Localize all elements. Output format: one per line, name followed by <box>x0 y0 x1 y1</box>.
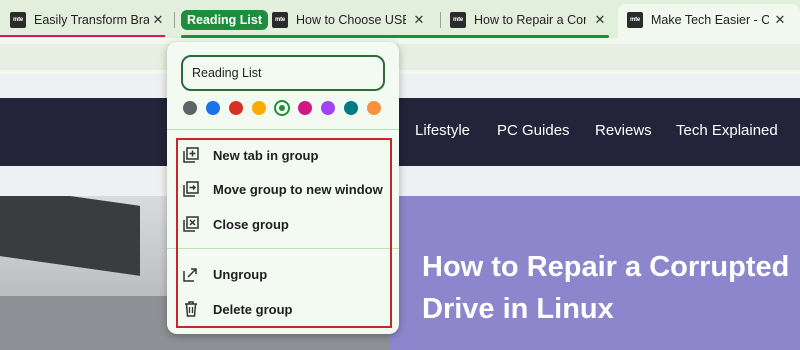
group-name-input[interactable] <box>181 55 385 91</box>
tab-title: Make Tech Easier - Co <box>651 13 769 27</box>
color-swatch-purple[interactable] <box>321 101 335 115</box>
popup-divider <box>167 129 399 130</box>
color-swatch-green-selected[interactable] <box>274 100 290 116</box>
color-swatch-orange[interactable] <box>367 101 381 115</box>
annotation-highlight-box <box>176 138 392 328</box>
color-swatch-grey[interactable] <box>183 101 197 115</box>
tab-group-underline-pink <box>0 35 165 37</box>
hero-image-shadow <box>0 196 140 276</box>
color-swatch-cyan[interactable] <box>344 101 358 115</box>
nav-link-reviews[interactable]: Reviews <box>595 122 652 139</box>
tab-title: How to Choose USB- <box>296 13 406 27</box>
close-icon[interactable]: ✕ <box>593 12 607 28</box>
mte-favicon-icon: mte <box>450 12 466 28</box>
tab-separator <box>174 12 175 28</box>
color-swatch-pink[interactable] <box>298 101 312 115</box>
nav-link-lifestyle[interactable]: Lifestyle <box>415 122 470 139</box>
mte-favicon-icon: mte <box>272 12 288 28</box>
tab-title: How to Repair a Corr <box>474 13 586 27</box>
color-swatch-blue[interactable] <box>206 101 220 115</box>
nav-link-tech-explained[interactable]: Tech Explained <box>676 122 778 139</box>
nav-link-pc-guides[interactable]: PC Guides <box>497 122 570 139</box>
color-swatch-red[interactable] <box>229 101 243 115</box>
mte-favicon-icon: mte <box>627 12 643 28</box>
tab-group-chip[interactable]: Reading List <box>181 10 269 30</box>
tab-separator <box>440 12 441 28</box>
tab-easily-transform[interactable]: mte Easily Transform Brav ✕ <box>10 6 165 34</box>
close-icon[interactable]: ✕ <box>412 12 426 28</box>
tab-repair-corrupted[interactable]: mte How to Repair a Corr ✕ <box>450 6 607 34</box>
article-title[interactable]: How to Repair a Corrupted Drive in Linux <box>422 246 798 330</box>
mte-favicon-icon: mte <box>10 12 26 28</box>
tab-usb-choose[interactable]: mte How to Choose USB- ✕ <box>272 6 426 34</box>
close-icon[interactable]: ✕ <box>773 12 787 28</box>
color-swatch-yellow[interactable] <box>252 101 266 115</box>
close-icon[interactable]: ✕ <box>151 12 165 28</box>
tab-make-tech-easier[interactable]: mte Make Tech Easier - Co ✕ <box>627 6 787 34</box>
address-bar-area[interactable] <box>0 44 800 70</box>
tab-title: Easily Transform Brav <box>34 13 149 27</box>
